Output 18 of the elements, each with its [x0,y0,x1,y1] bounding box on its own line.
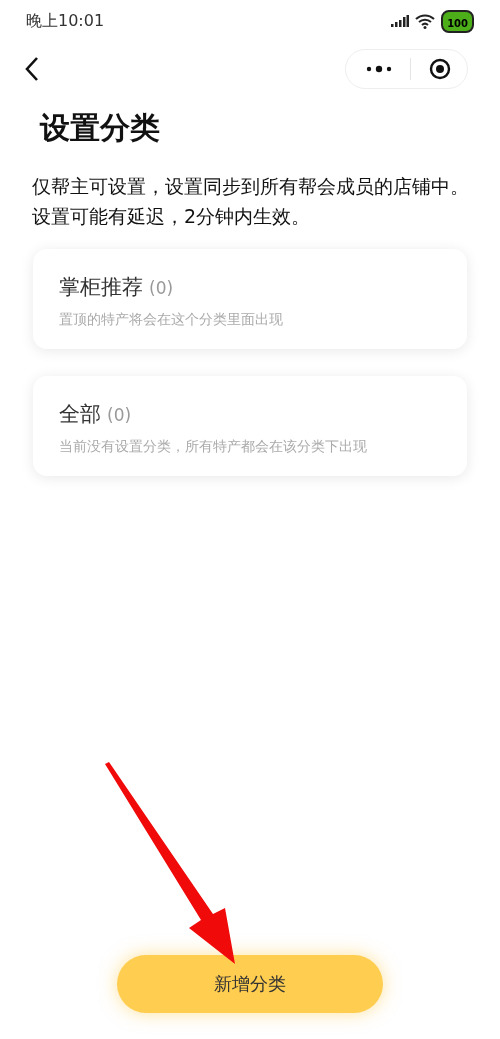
category-name: 全部 [59,401,101,428]
signal-icon [391,15,410,27]
category-hint: 置顶的特产将会在这个分类里面出现 [59,311,284,329]
add-category-button[interactable]: 新增分类 [117,955,383,1013]
battery-level: 100 [447,17,468,29]
more-icon[interactable] [366,65,392,73]
description: 仅帮主可设置，设置同步到所有帮会成员的店铺中。设置可能有延迟，2分钟内生效。 [32,174,470,229]
wifi-icon [415,13,436,29]
category-card[interactable]: 掌柜推荐 (0) 置顶的特产将会在这个分类里面出现 [33,249,467,349]
category-card[interactable]: 全部 (0) 当前没有设置分类，所有特产都会在该分类下出现 [33,376,467,476]
category-count: (0) [107,405,132,425]
page-title: 设置分类 [40,109,161,147]
category-name: 掌柜推荐 [59,274,143,301]
category-hint: 当前没有设置分类，所有特产都会在该分类下出现 [59,438,368,456]
back-icon[interactable] [24,56,40,82]
close-icon[interactable] [429,58,451,80]
status-time: 晚上10:01 [26,10,105,32]
category-count: (0) [149,278,174,298]
